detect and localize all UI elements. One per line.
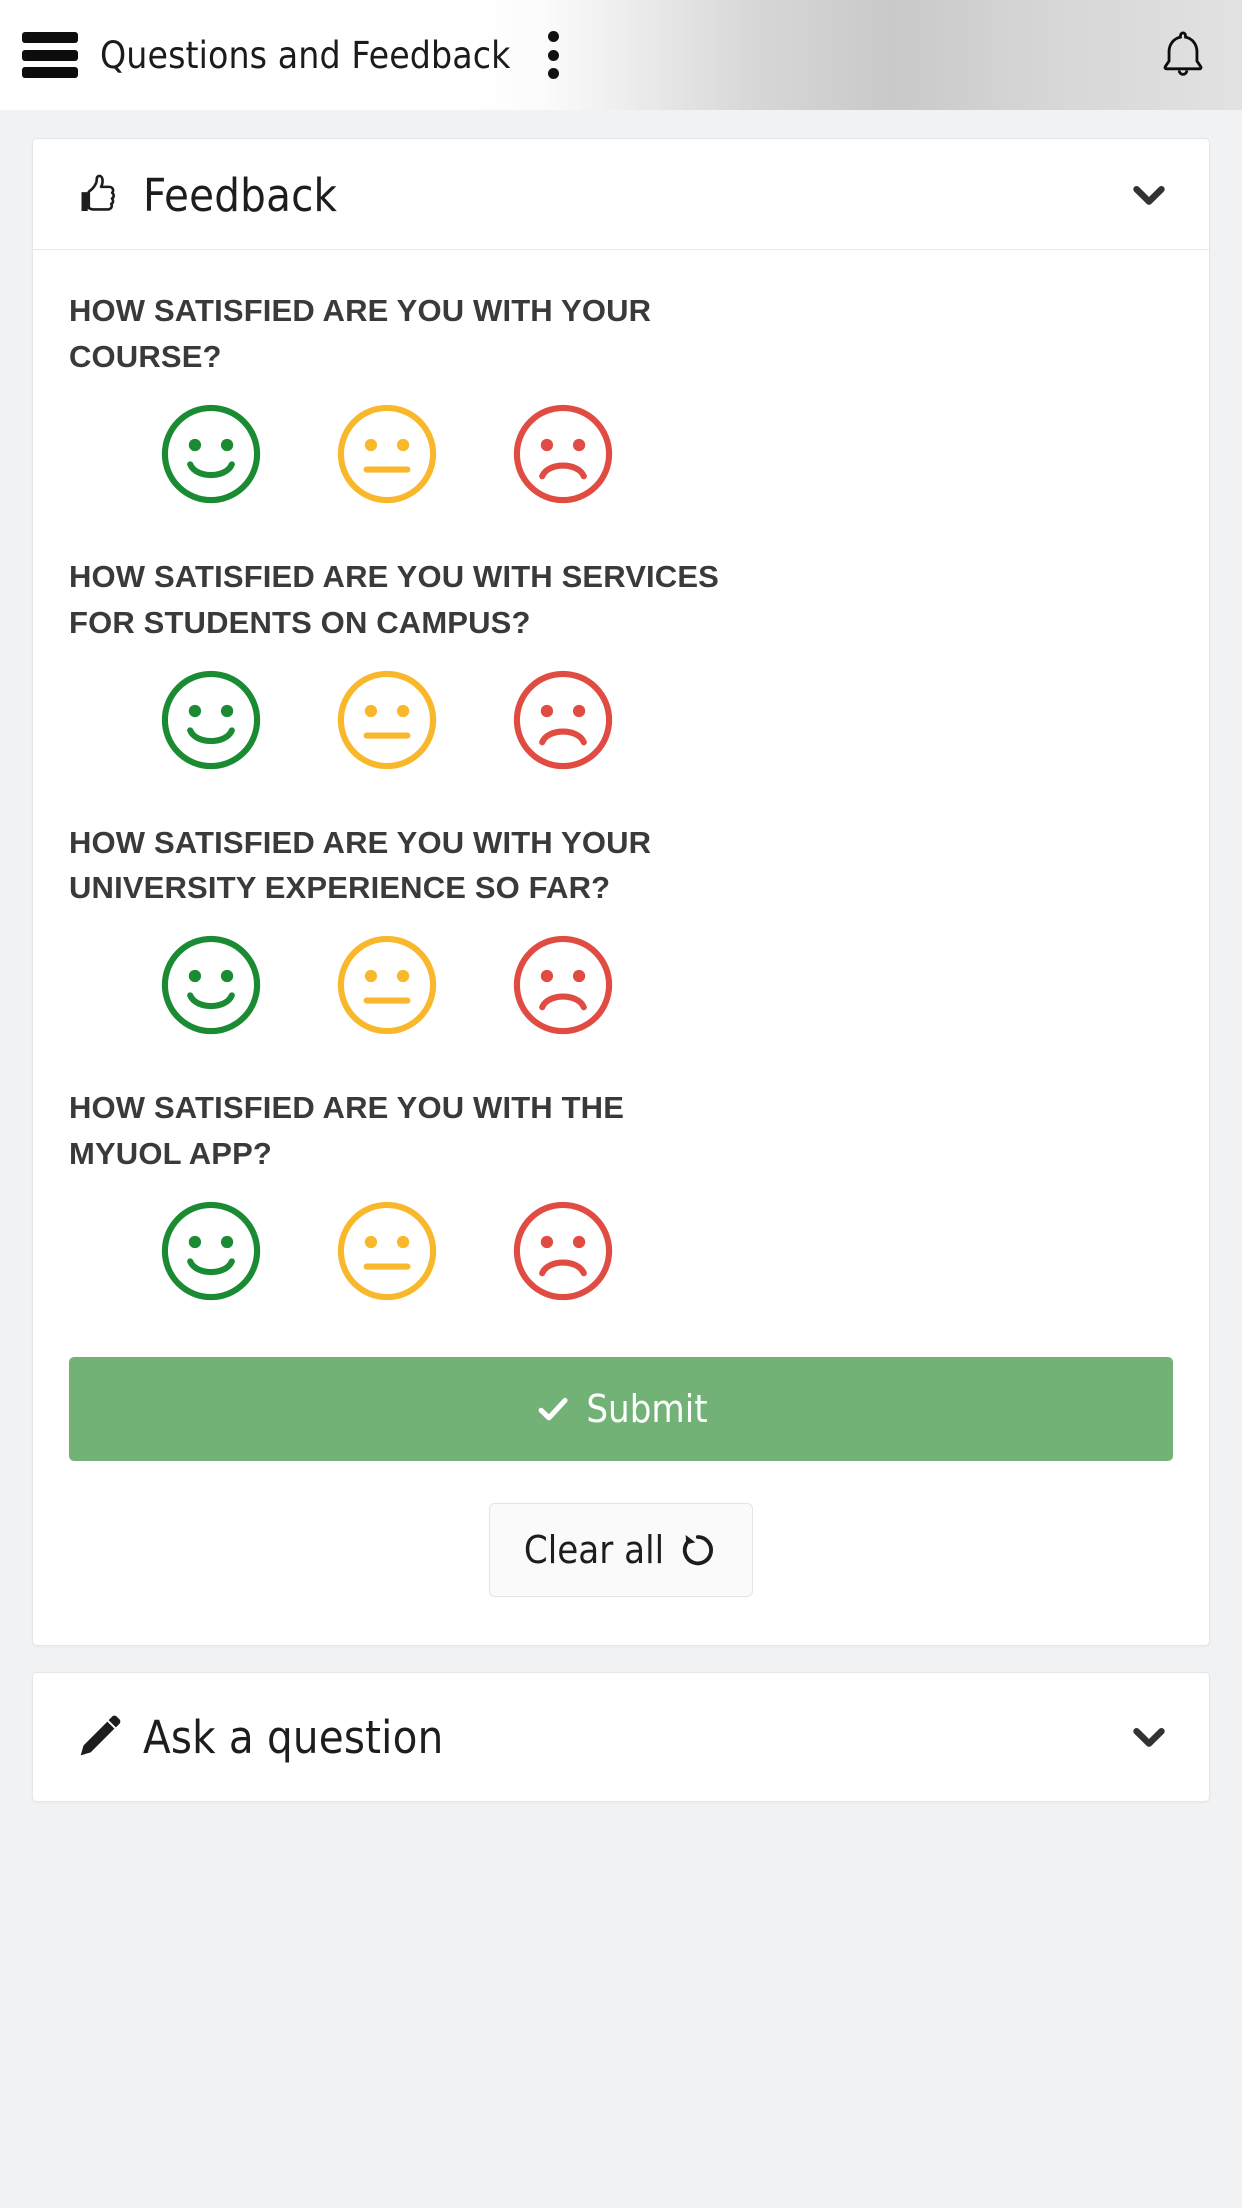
rating-neutral-option[interactable] [335,668,439,772]
ask-a-question-card-header[interactable]: Ask a question [33,1673,1209,1801]
kebab-menu-icon[interactable] [531,27,577,83]
rating-happy-option[interactable] [159,1199,263,1303]
submit-button[interactable]: Submit [69,1357,1173,1461]
rating-neutral-option[interactable] [335,933,439,1037]
check-icon [534,1390,572,1428]
submit-button-label: Submit [586,1387,708,1431]
question-block: HOW SATISFIED ARE YOU WITH SERVICES FOR … [69,554,1173,810]
thumbs-up-icon [71,167,127,223]
question-block: HOW SATISFIED ARE YOU WITH YOUR COURSE? [69,288,1173,544]
hamburger-menu-icon[interactable] [22,32,78,78]
rating-happy-option[interactable] [159,933,263,1037]
rating-sad-option[interactable] [511,668,615,772]
question-label: HOW SATISFIED ARE YOU WITH YOUR COURSE? [69,293,652,374]
question-label: HOW SATISFIED ARE YOU WITH YOUR UNIVERSI… [69,824,652,906]
question-block: HOW SATISFIED ARE YOU WITH YOUR UNIVERSI… [69,820,1173,1076]
bell-icon[interactable] [1154,24,1212,86]
ask-a-question-card-title: Ask a question [143,1710,444,1764]
app-screen: Questions and Feedback Feedback HOW SATI… [0,0,1242,2208]
feedback-card: Feedback HOW SATISFIED ARE YOU WITH YOUR… [32,138,1210,1646]
undo-rotate-icon [678,1530,718,1570]
page-content: Feedback HOW SATISFIED ARE YOU WITH YOUR… [0,110,1242,2208]
clear-all-label: Clear all [523,1528,665,1572]
chevron-down-icon[interactable] [1119,1714,1179,1760]
question-label: HOW SATISFIED ARE YOU WITH THE MYUOL APP… [69,1090,625,1172]
rating-sad-option[interactable] [511,1199,615,1303]
rating-options [69,646,1173,810]
question-block: HOW SATISFIED ARE YOU WITH THE MYUOL APP… [69,1085,1173,1341]
rating-happy-option[interactable] [159,402,263,506]
feedback-card-body: HOW SATISFIED ARE YOU WITH YOUR COURSE? [33,250,1209,1645]
rating-options [69,1177,1173,1341]
ask-a-question-card: Ask a question [32,1672,1210,1802]
feedback-card-title: Feedback [143,168,338,222]
rating-options [69,911,1173,1075]
rating-happy-option[interactable] [159,668,263,772]
app-header: Questions and Feedback [0,0,1242,110]
pencil-icon [71,1709,127,1765]
rating-sad-option[interactable] [511,933,615,1037]
rating-neutral-option[interactable] [335,1199,439,1303]
question-label: HOW SATISFIED ARE YOU WITH SERVICES FOR … [69,558,719,640]
rating-neutral-option[interactable] [335,402,439,506]
rating-options [69,380,1173,544]
clear-all-button[interactable]: Clear all [488,1503,754,1597]
rating-sad-option[interactable] [511,402,615,506]
clear-all-row: Clear all [69,1503,1173,1597]
chevron-down-icon[interactable] [1119,172,1179,218]
feedback-card-header[interactable]: Feedback [33,139,1209,250]
page-title: Questions and Feedback [100,33,511,77]
